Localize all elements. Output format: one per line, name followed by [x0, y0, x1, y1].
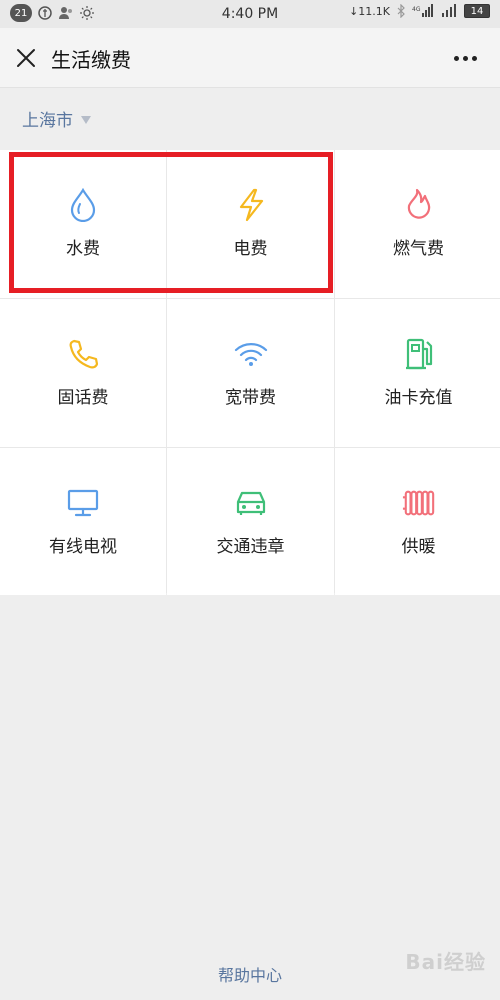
- service-label: 交通违章: [216, 537, 285, 557]
- more-dot-icon: [462, 55, 468, 61]
- city-name: 上海市: [22, 111, 73, 131]
- service-gas[interactable]: 燃气费: [335, 150, 500, 298]
- water-drop-icon: [66, 188, 100, 222]
- service-fuel-card[interactable]: 油卡充值: [335, 299, 500, 447]
- service-label: 有线电视: [49, 537, 117, 557]
- more-dot-icon: [453, 55, 459, 61]
- signal-bars-icon: [440, 4, 458, 18]
- more-options-button[interactable]: [450, 46, 480, 70]
- svg-text:4G: 4G: [412, 6, 421, 13]
- usb-icon: [38, 6, 52, 20]
- city-selector[interactable]: 上海市: [22, 106, 91, 131]
- lightning-icon: [234, 188, 268, 222]
- notification-count-badge: 21: [10, 4, 32, 22]
- service-label: 宽带费: [225, 388, 276, 408]
- service-electricity[interactable]: 电费: [167, 150, 334, 298]
- wifi-icon: [234, 337, 268, 371]
- service-label: 油卡充值: [384, 388, 453, 408]
- bluetooth-icon: [396, 4, 406, 18]
- service-landline[interactable]: 固话费: [0, 299, 166, 447]
- phone-icon: [66, 337, 100, 371]
- page-title: 生活缴费: [51, 48, 131, 72]
- service-heating[interactable]: 供暖: [335, 448, 500, 595]
- status-time: 4:40 PM: [221, 6, 279, 22]
- status-bar: 21 4:40 PM ↓11.1K 4G 14: [0, 0, 500, 28]
- service-label: 供暖: [401, 537, 436, 557]
- caret-down-icon: [81, 116, 91, 124]
- battery-indicator: 14: [464, 4, 490, 18]
- service-traffic-violation[interactable]: 交通违章: [167, 448, 334, 595]
- status-left-icons: 21: [10, 4, 94, 22]
- radiator-icon: [402, 486, 436, 520]
- service-grid: 水费 电费 燃气费 固话费 宽带费 油卡充值 有线电视 交通违章 供暖: [0, 150, 500, 595]
- service-cable-tv[interactable]: 有线电视: [0, 448, 166, 595]
- more-dot-icon: [471, 55, 477, 61]
- service-broadband[interactable]: 宽带费: [167, 299, 334, 447]
- flame-icon: [402, 188, 436, 222]
- network-speed: ↓11.1K: [349, 4, 390, 18]
- service-label: 电费: [233, 239, 268, 259]
- fuel-pump-icon: [402, 337, 436, 371]
- watermark: Bai经验: [405, 950, 486, 974]
- tv-monitor-icon: [66, 486, 100, 520]
- close-icon: [17, 49, 35, 67]
- nav-bar: 生活缴费: [0, 28, 500, 88]
- brightness-icon: [80, 6, 94, 20]
- network-speed-value: 11.1K: [358, 4, 390, 18]
- car-icon: [234, 486, 268, 520]
- service-label: 水费: [66, 239, 100, 259]
- service-label: 固话费: [57, 388, 109, 408]
- status-right-icons: ↓11.1K 4G 14: [349, 4, 490, 18]
- signal-4g-icon: 4G: [412, 4, 434, 18]
- close-button[interactable]: [10, 42, 42, 74]
- service-water[interactable]: 水费: [0, 150, 166, 298]
- city-row: 上海市: [0, 88, 500, 150]
- user-icon: [58, 6, 74, 20]
- service-label: 燃气费: [393, 239, 444, 259]
